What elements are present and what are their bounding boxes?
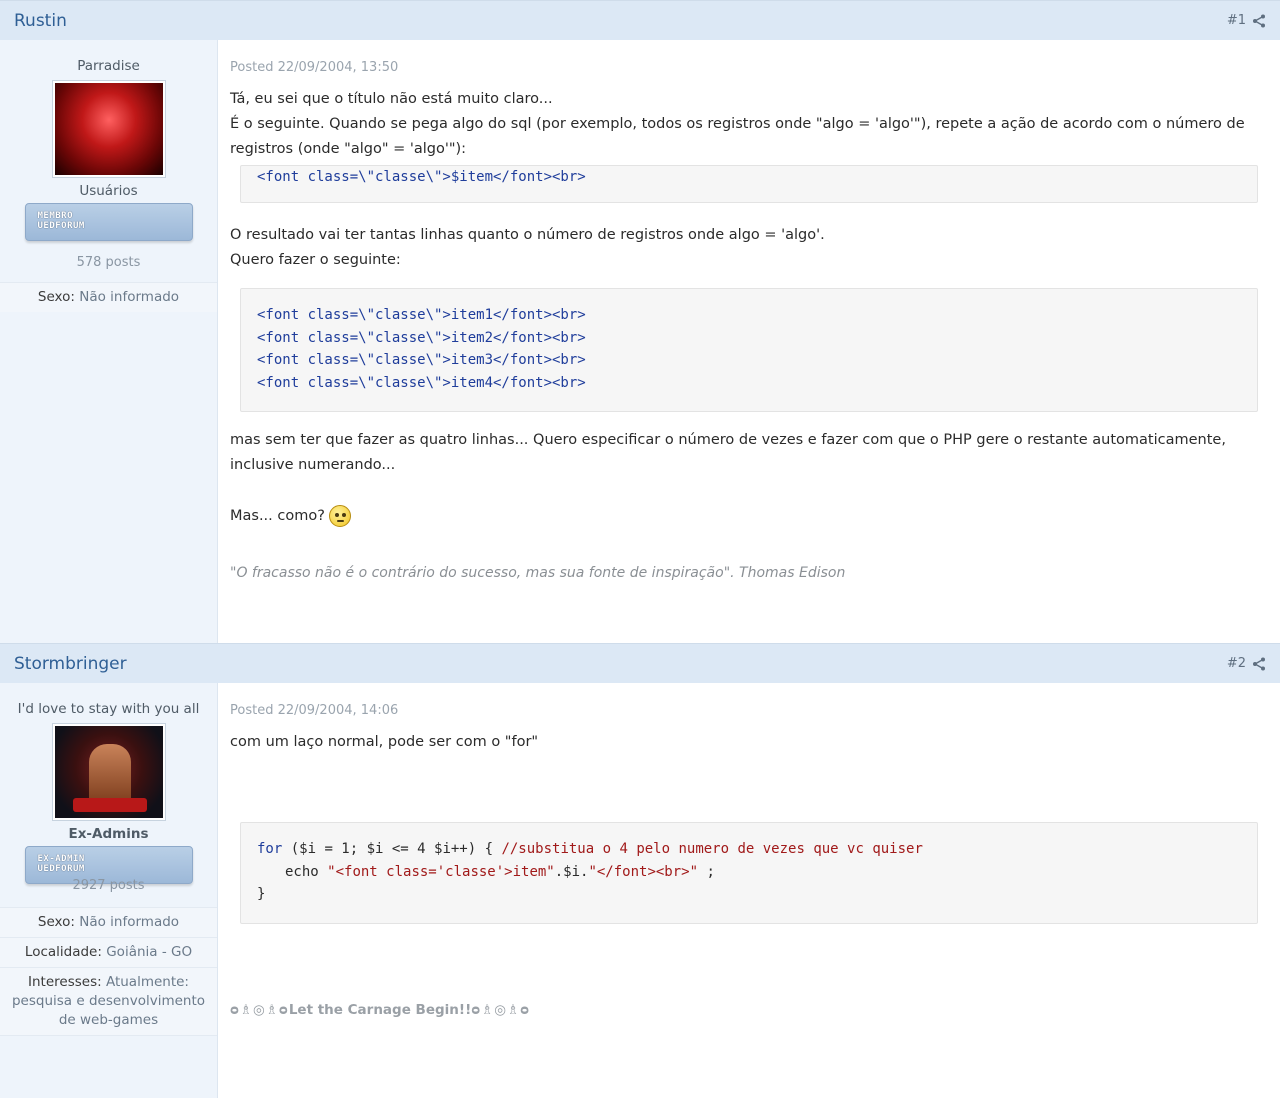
- author-info: Parradise Usuários MEMBRO UEDFORUM 578 p…: [0, 40, 218, 644]
- avatar[interactable]: [52, 81, 165, 177]
- field-value: Não informado: [79, 289, 180, 305]
- post-number-link[interactable]: #1: [1227, 13, 1246, 28]
- post-text: É o seguinte. Quando se pega algo do sql…: [230, 116, 1245, 157]
- post-content: Posted 22/09/2004, 13:50 Tá, eu sei que …: [218, 40, 1280, 644]
- post-count: 2927 posts: [72, 878, 145, 893]
- signature: "O fracasso não é o contrário do sucesso…: [230, 565, 846, 581]
- author-info: I'd love to stay with you all Ex-Admins …: [0, 683, 218, 1098]
- member-title: I'd love to stay with you all: [17, 701, 200, 717]
- author-name-link[interactable]: Rustin: [14, 11, 67, 31]
- rank-badge-line1: MEMBRO: [37, 211, 74, 221]
- author-name-link[interactable]: Stormbringer: [14, 654, 127, 674]
- code-line: <font class=\"classe\">item1</font><br>: [257, 307, 586, 323]
- code-line: }: [257, 886, 266, 902]
- post-text: O resultado vai ter tantas linhas quanto…: [230, 227, 825, 243]
- share-icon[interactable]: [1252, 657, 1266, 671]
- code-line: <font class=\"classe\">item4</font><br>: [257, 374, 586, 391]
- code-line: for ($i = 1; $i <= 4 $i++) { //substitua…: [257, 838, 1241, 861]
- smiley-icon: [328, 505, 351, 527]
- signature-ornament-icon: ᴑ♗◎♗ᴑ: [230, 1002, 289, 1018]
- signature-ornament-icon: ᴑ♗◎♗ᴑ: [471, 1002, 531, 1018]
- field-value: Goiânia - GO: [106, 944, 193, 960]
- post-meta: #1: [1227, 13, 1266, 28]
- post-text-question: Mas... como?: [230, 508, 325, 524]
- code-string: "</font><br>": [588, 863, 699, 880]
- avatar-figure: [88, 744, 131, 806]
- post-meta: #2: [1227, 656, 1266, 671]
- code-line: <font class=\"classe\">$item</font><br>: [257, 169, 586, 185]
- member-group: Ex-Admins: [68, 826, 149, 842]
- code-string: "<font class='classe'>item": [327, 863, 555, 880]
- post-text: Mas... como?: [230, 504, 1258, 529]
- posted-date: Posted 22/09/2004, 13:50: [230, 60, 399, 75]
- post-header: Stormbringer #2: [0, 643, 1280, 683]
- code-end: ;: [698, 863, 715, 880]
- member-group: Usuários: [79, 183, 138, 199]
- code-comment: //substitua o 4 pelo numero de vezes que…: [501, 841, 923, 857]
- signature: ᴑ♗◎♗ᴑLet the Carnage Begin!!ᴑ♗◎♗ᴑ: [230, 1002, 1258, 1018]
- post-2: Stormbringer #2 I'd love to stay with yo…: [0, 643, 1280, 1098]
- posted-date: Posted 22/09/2004, 14:06: [230, 703, 399, 718]
- code-keyword: for: [257, 841, 283, 857]
- post-text: Tá, eu sei que o título não está muito c…: [230, 91, 553, 107]
- rank-badge: MEMBRO UEDFORUM: [24, 203, 193, 241]
- share-icon[interactable]: [1252, 14, 1266, 28]
- post-count: 578 posts: [76, 255, 141, 270]
- profile-field-localidade: Localidade: Goiânia - GO: [0, 937, 217, 967]
- code-keyword: echo: [285, 863, 328, 880]
- post-text: Quero fazer o seguinte:: [230, 252, 401, 268]
- field-label: Interesses:: [28, 974, 102, 990]
- rank-badge-line2: UEDFORUM: [37, 864, 85, 874]
- code-block: <font class=\"classe\">$item</font><br>: [240, 165, 1258, 203]
- field-value: Não informado: [79, 914, 180, 930]
- code-line: <font class=\"classe\">item3</font><br>: [257, 352, 586, 368]
- profile-field-sexo: Sexo: Não informado: [0, 907, 217, 937]
- field-label: Localidade:: [24, 944, 102, 960]
- member-title: Parradise: [77, 58, 140, 74]
- post-header: Rustin #1: [0, 0, 1280, 40]
- field-label: Sexo:: [37, 289, 75, 305]
- code-concat: .$i.: [554, 863, 589, 880]
- post-number-link[interactable]: #2: [1227, 656, 1246, 671]
- profile-field-sexo: Sexo: Não informado: [0, 282, 217, 312]
- field-label: Sexo:: [37, 914, 75, 930]
- post-text: mas sem ter que fazer as quatro linhas..…: [230, 432, 1226, 473]
- code-condition: ($i = 1; $i <= 4 $i++) {: [282, 841, 502, 857]
- code-line: <font class=\"classe\">item2</font><br>: [257, 329, 586, 346]
- post-1: Rustin #1 Parradise Usuários MEMBRO UEDF…: [0, 0, 1280, 644]
- avatar[interactable]: [52, 724, 165, 820]
- post-text: com um laço normal, pode ser com o "for": [230, 734, 539, 750]
- post-content: Posted 22/09/2004, 14:06 com um laço nor…: [218, 683, 1280, 1098]
- rank-badge-line1: EX-ADMIN: [37, 854, 85, 864]
- code-line: echo "<font class='classe'>item".$i."</f…: [257, 861, 1241, 884]
- avatar-banner: [72, 798, 147, 812]
- signature-text: Let the Carnage Begin!!: [288, 1002, 472, 1018]
- code-block: <font class=\"classe\">item1</font><br> …: [240, 288, 1258, 412]
- rank-badge-line2: UEDFORUM: [37, 221, 85, 231]
- code-block: for ($i = 1; $i <= 4 $i++) { //substitua…: [240, 822, 1258, 924]
- profile-field-interesses: Interesses: Atualmente: pesquisa e desen…: [0, 967, 217, 1036]
